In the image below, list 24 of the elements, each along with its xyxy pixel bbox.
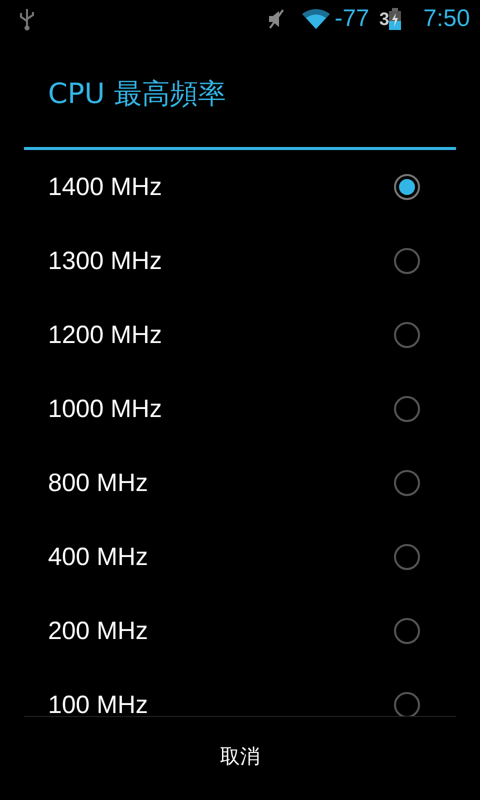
usb-icon (18, 7, 36, 31)
radio-button[interactable] (394, 618, 420, 644)
muted-speaker-icon (266, 8, 285, 30)
radio-button[interactable] (394, 396, 420, 422)
option-label[interactable]: 800 MHz (48, 468, 394, 498)
option-label[interactable]: 1300 MHz (48, 246, 394, 276)
radio-button[interactable] (394, 248, 420, 274)
option-label[interactable]: 100 MHz (48, 690, 394, 716)
radio-button[interactable] (394, 470, 420, 496)
option-label[interactable]: 400 MHz (48, 542, 394, 572)
clock-time: 7:50 (423, 5, 470, 33)
wifi-icon (300, 8, 331, 30)
radio-button[interactable] (394, 544, 420, 570)
option-label[interactable]: 1400 MHz (48, 172, 394, 202)
radio-button[interactable] (394, 174, 420, 200)
charging-battery-icon (389, 8, 402, 30)
radio-button[interactable] (394, 322, 420, 348)
wifi-signal-reading: -77 (334, 5, 370, 33)
radio-button[interactable] (394, 692, 420, 716)
option-label[interactable]: 200 MHz (48, 616, 394, 646)
option-label[interactable]: 1200 MHz (48, 320, 394, 350)
cancel-button[interactable]: 取消 (24, 717, 456, 795)
battery-level-text: 3 (379, 8, 390, 30)
option-label[interactable]: 1000 MHz (48, 394, 394, 424)
